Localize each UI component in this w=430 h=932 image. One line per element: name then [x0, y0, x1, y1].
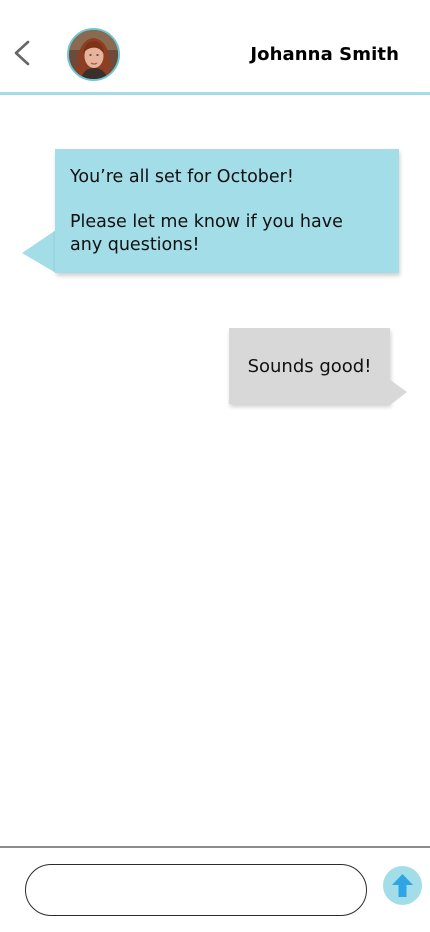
contact-name: Johanna Smith [250, 44, 399, 65]
chevron-left-icon [14, 40, 30, 66]
message-text: Please let me know if you have [70, 212, 343, 232]
outgoing-message-bubble: Sounds good! [229, 328, 390, 404]
header-divider [0, 92, 430, 95]
chat-screen: Johanna Smith You’re all set for October… [0, 0, 430, 932]
send-button[interactable] [383, 866, 422, 905]
contact-photo [69, 30, 118, 79]
back-button[interactable] [6, 34, 40, 74]
message-text: any questions! [70, 235, 200, 255]
outgoing-bubble-tail [389, 379, 407, 406]
message-input[interactable] [25, 864, 367, 916]
incoming-bubble-tail [22, 230, 56, 273]
chat-header: Johanna Smith [0, 0, 430, 92]
arrow-up-icon [392, 874, 413, 897]
composer-divider [0, 846, 430, 848]
avatar[interactable] [67, 28, 120, 81]
message-text: You’re all set for October! [70, 167, 294, 187]
incoming-message-bubble: You’re all set for October! Please let m… [55, 149, 399, 273]
message-text: Sounds good! [247, 355, 372, 377]
